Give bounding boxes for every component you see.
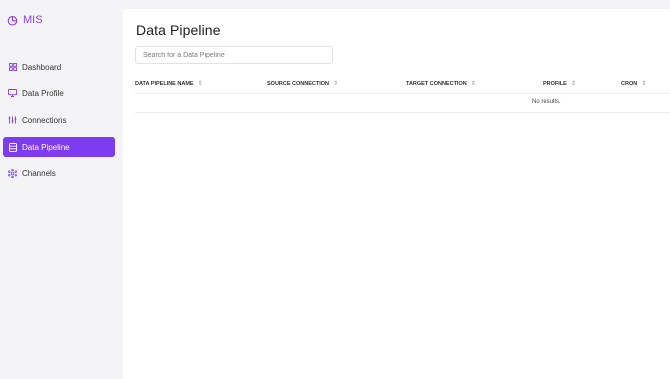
database-icon: [8, 142, 17, 152]
brand-logo[interactable]: MIS: [7, 14, 43, 26]
table-header: DATA PIPELINE NAME ⇕ SOURCE CONNECTION ⇕…: [135, 75, 670, 94]
column-header-profile[interactable]: PROFILE ⇕: [543, 80, 576, 88]
sliders-icon: [8, 116, 17, 125]
sidebar-item-connections[interactable]: Connections: [3, 110, 115, 130]
column-header-target-connection[interactable]: TARGET CONNECTION ⇕: [406, 80, 476, 88]
column-label: PROFILE: [543, 80, 567, 87]
sidebar-item-data-pipeline[interactable]: Data Pipeline: [3, 137, 115, 157]
sidebar-item-data-profile[interactable]: Data Profile: [3, 83, 115, 103]
column-header-cron[interactable]: CRON ⇕: [621, 80, 647, 88]
sidebar-item-label: Dashboard: [22, 62, 62, 72]
search-input[interactable]: [135, 46, 333, 64]
page-title: Data Pipeline: [136, 22, 221, 38]
monitor-icon: [8, 89, 17, 98]
main-panel: Data Pipeline DATA PIPELINE NAME ⇕ SOURC…: [123, 9, 670, 379]
data-pipeline-table: DATA PIPELINE NAME ⇕ SOURCE CONNECTION ⇕…: [135, 75, 670, 113]
sort-icon: ⇕: [570, 81, 576, 87]
sidebar-item-label: Connections: [22, 115, 67, 125]
column-label: DATA PIPELINE NAME: [135, 80, 194, 87]
column-label: SOURCE CONNECTION: [267, 80, 330, 87]
pie-chart-icon: [7, 15, 18, 26]
sidebar-item-label: Data Pipeline: [22, 142, 70, 152]
sort-icon: ⇕: [333, 81, 339, 87]
sidebar-item-label: Data Profile: [22, 88, 64, 98]
column-header-source-connection[interactable]: SOURCE CONNECTION ⇕: [267, 80, 339, 88]
sort-icon: ⇕: [197, 81, 203, 87]
column-header-data-pipeline-name[interactable]: DATA PIPELINE NAME ⇕: [135, 80, 203, 88]
sort-icon: ⇕: [470, 81, 476, 87]
sidebar-item-channels[interactable]: Channels: [3, 163, 115, 183]
sidebar-item-dashboard[interactable]: Dashboard: [3, 57, 115, 77]
sidebar: MIS Dashboard Data Profile Connections D…: [0, 0, 122, 379]
grid-icon: [8, 63, 17, 72]
brand-name: MIS: [23, 14, 43, 26]
share-network-icon: [8, 168, 17, 178]
sidebar-item-label: Channels: [22, 168, 56, 178]
table-empty-row: No results.: [135, 94, 670, 113]
column-label: CRON: [621, 80, 638, 87]
column-label: TARGET CONNECTION: [406, 80, 467, 87]
empty-state-text: No results.: [532, 99, 561, 105]
sort-icon: ⇕: [641, 81, 647, 87]
